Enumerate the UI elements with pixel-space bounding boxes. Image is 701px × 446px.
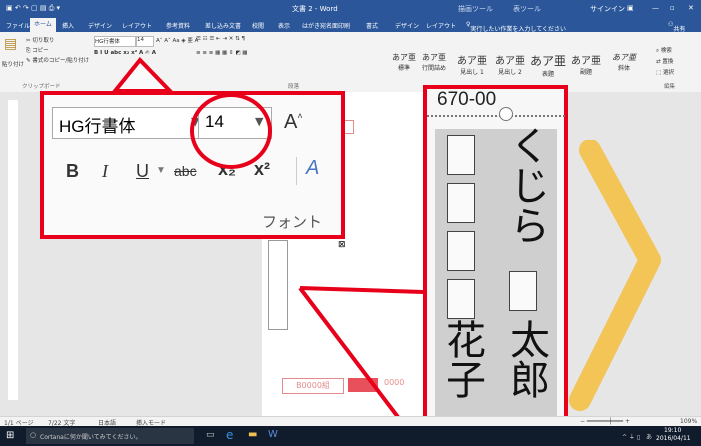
grow-font-label: A [284, 111, 298, 133]
system-tray-icons[interactable]: ^ ⏚ ▯ [622, 432, 640, 441]
font-zoom-callout: HG行書体 ▼ 14 ▼ A˄ B I U ▼ abc x₂ x² A フォント [40, 91, 345, 239]
strikethrough-button[interactable]: abc [174, 163, 197, 179]
task-view-icon[interactable]: ▭ [206, 430, 215, 440]
placeholder-square [447, 135, 475, 175]
cortana-placeholder: Cortanaに何か聞いてみてください。 [40, 434, 142, 441]
highlight-circle [190, 93, 272, 169]
placeholder-square [447, 183, 475, 223]
superscript-button[interactable]: x² [254, 159, 270, 180]
edge-icon[interactable]: e [226, 428, 233, 442]
windows-start-icon[interactable]: ⊞ [6, 430, 14, 441]
postal-code-text: 670-00 [437, 89, 497, 110]
recipient-family-name: 太郎 [503, 319, 549, 399]
font-name-value: HG行書体 [59, 117, 136, 136]
word-taskbar-icon[interactable]: W [268, 429, 278, 440]
underline-dropdown-icon[interactable]: ▼ [156, 165, 166, 176]
underline-button[interactable]: U [136, 161, 149, 182]
text-effects-icon[interactable]: A [306, 157, 319, 180]
placeholder-square [447, 231, 475, 271]
placeholder-square [509, 271, 537, 311]
zoom-level[interactable]: 109% [680, 418, 697, 425]
recipient-given-name: くじら [503, 125, 549, 245]
font-group-label: フォント [262, 213, 323, 231]
ime-indicator[interactable]: あ [646, 432, 652, 441]
toolbar-divider [296, 157, 297, 185]
windows-taskbar: ⊞ ○ Cortanaに何か聞いてみてください。 ▭ e ▬ W ^ ⏚ ▯ あ… [0, 426, 701, 446]
textbox-border [427, 115, 565, 118]
postcard-zoom-callout: 670-00 くじら 花子 太郎 ㄊ ㄊ [423, 85, 568, 446]
italic-button[interactable]: I [102, 161, 108, 182]
clock-date[interactable]: 2016/04/11 [656, 435, 691, 442]
clock-time[interactable]: 19:10 [664, 427, 681, 434]
address-name-box[interactable]: くじら 花子 太郎 ㄊ ㄊ [435, 125, 557, 439]
zoom-slider[interactable]: − ━━━━━━┿━━━ + [580, 418, 630, 425]
explorer-icon[interactable]: ▬ [248, 429, 257, 440]
placeholder-square [447, 279, 475, 319]
rotate-handle[interactable] [499, 107, 513, 121]
cortana-search-box[interactable]: ○ Cortanaに何か聞いてみてください。 [26, 428, 194, 444]
recipient-second-name: 花子 [439, 319, 485, 399]
grow-font-button[interactable]: A˄ [284, 111, 303, 134]
bold-button[interactable]: B [66, 161, 79, 182]
cortana-icon: ○ [30, 431, 37, 439]
